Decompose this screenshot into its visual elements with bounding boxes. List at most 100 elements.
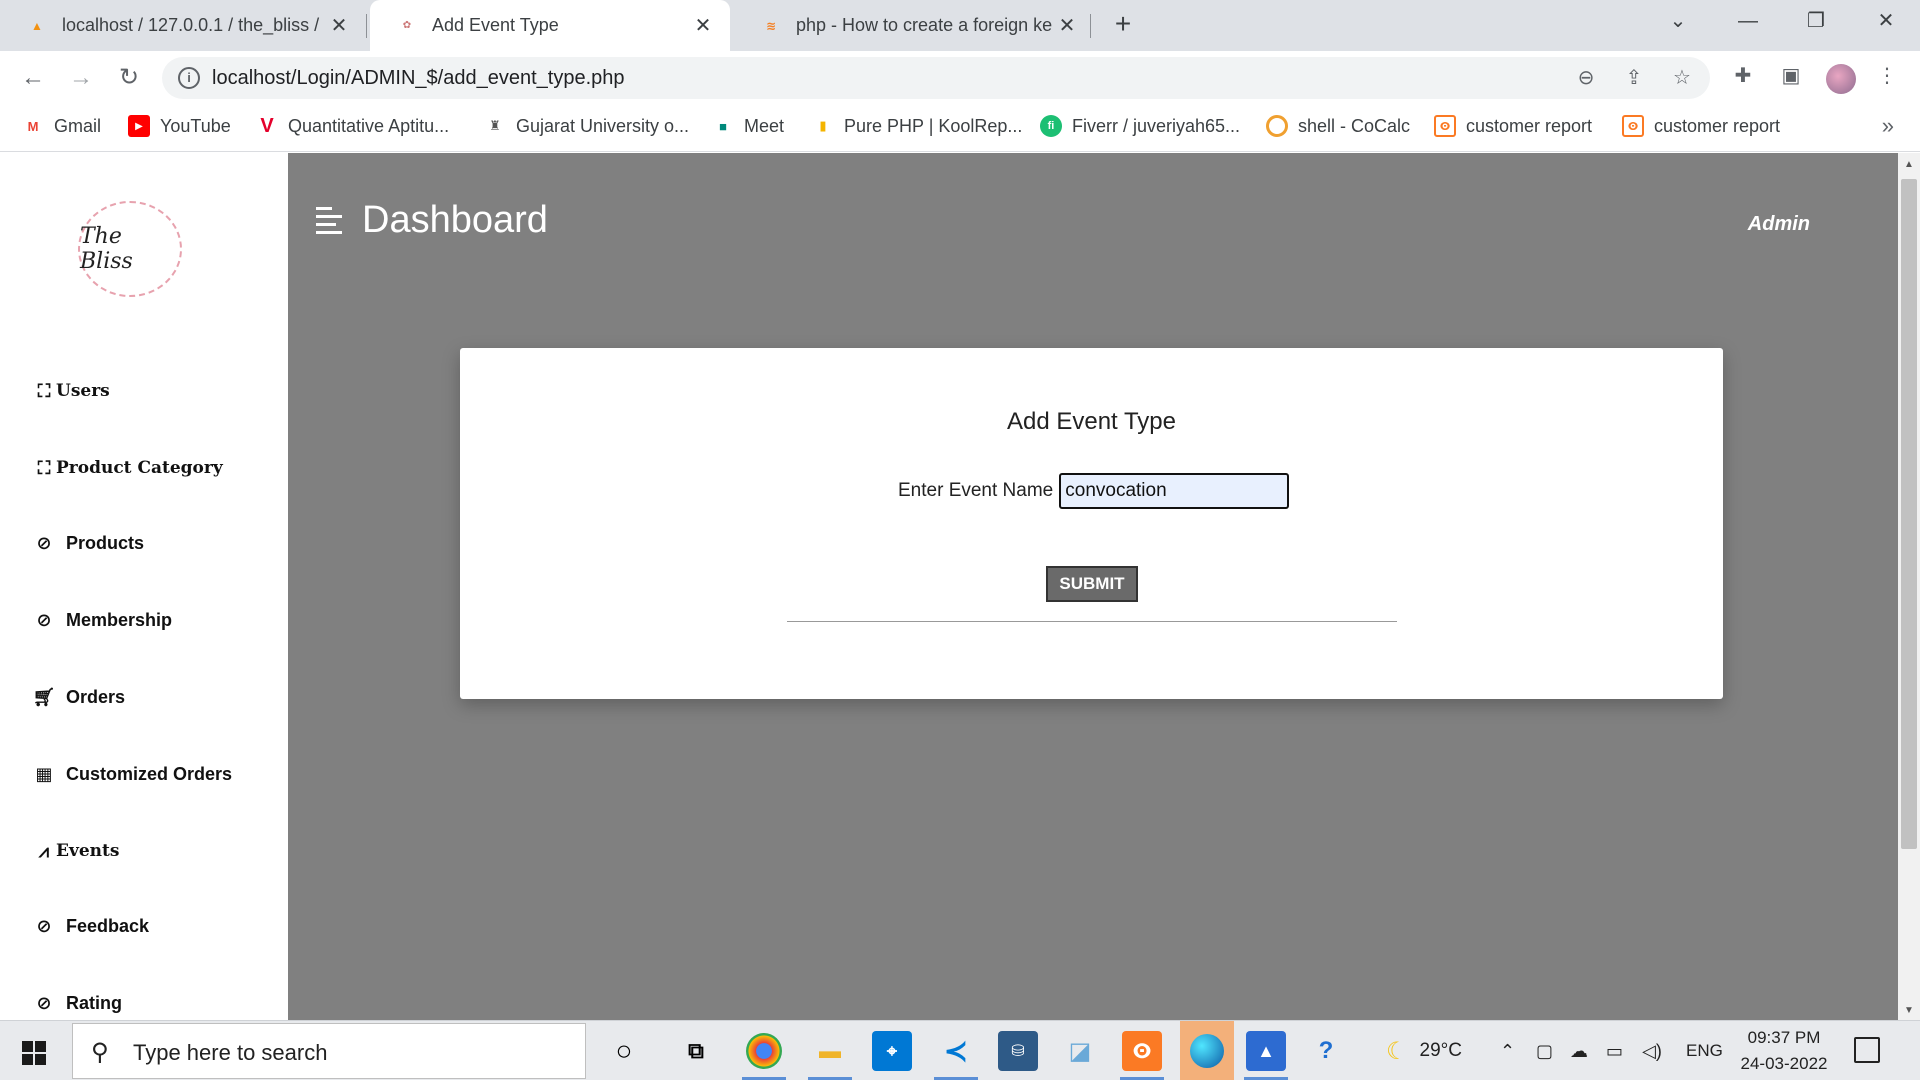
- bookmark-youtube[interactable]: ▶ YouTube: [128, 115, 231, 137]
- tab-phpmyadmin[interactable]: ▲ localhost / 127.0.0.1 / the_bliss / ✕: [0, 0, 366, 51]
- scroll-down-icon[interactable]: ▼: [1898, 1005, 1920, 1016]
- meet-icon: ■: [719, 118, 727, 134]
- kebab-menu-icon[interactable]: ⋮: [1872, 61, 1902, 91]
- bookmark-koolreport[interactable]: ▮ Pure PHP | KoolRep...: [812, 115, 1022, 137]
- minimize-button[interactable]: —: [1718, 0, 1778, 44]
- show-hidden-icons-chevron-icon[interactable]: ⌃: [1500, 1021, 1515, 1080]
- sidebar-item-users[interactable]: ⛶ Users: [34, 381, 110, 402]
- bookmark-star-icon[interactable]: ☆: [1668, 65, 1696, 93]
- event-name-input[interactable]: [1059, 473, 1290, 509]
- edge-icon-highlight[interactable]: [1180, 1021, 1234, 1080]
- bookmark-label: Fiverr / juveriyah65...: [1072, 115, 1241, 136]
- search-icon: ⚲: [91, 1039, 109, 1066]
- bookmark-label: Meet: [744, 115, 785, 136]
- tab-title: Add Event Type: [432, 15, 559, 35]
- bookmark-label: Pure PHP | KoolRep...: [844, 115, 1023, 136]
- notepad-icon[interactable]: ◪: [1060, 1031, 1100, 1071]
- admin-user-label[interactable]: Admin: [1748, 213, 1810, 236]
- bookmark-quantitative[interactable]: V Quantitative Aptitu...: [256, 115, 449, 137]
- file-explorer-icon[interactable]: ▬: [810, 1031, 850, 1071]
- restore-button[interactable]: ❐: [1786, 0, 1846, 44]
- cocalc-icon: [1266, 115, 1288, 137]
- onedrive-icon[interactable]: ☁: [1570, 1021, 1588, 1080]
- hamburger-menu-icon[interactable]: [316, 207, 342, 239]
- bookmarks-overflow-icon[interactable]: »: [1882, 113, 1894, 139]
- tab-title: php - How to create a foreign ke: [796, 15, 1053, 35]
- site-info-icon[interactable]: i: [178, 67, 200, 89]
- maps-app-icon[interactable]: ⌖: [872, 1031, 912, 1071]
- sidebar-item-label: Rating: [66, 993, 122, 1013]
- fiverr-icon: fi: [1040, 115, 1062, 137]
- vscode-icon[interactable]: ≺: [936, 1031, 976, 1071]
- scroll-up-icon[interactable]: ▲: [1898, 159, 1920, 170]
- close-window-button[interactable]: ✕: [1856, 0, 1916, 44]
- edge-icon: [1190, 1034, 1224, 1068]
- chrome-app-icon[interactable]: [746, 1033, 782, 1069]
- bookmark-gujarat-university[interactable]: ♜ Gujarat University o...: [484, 115, 689, 137]
- gift-icon: ▦: [35, 764, 53, 784]
- url-text[interactable]: localhost/Login/ADMIN_$/add_event_type.p…: [212, 67, 625, 90]
- sidebar-item-rating[interactable]: ⊘ Rating: [34, 993, 122, 1014]
- bookmark-customer-report-2[interactable]: ⵙ customer report: [1622, 115, 1780, 137]
- event-name-label: Enter Event Name: [898, 480, 1054, 501]
- zoom-icon[interactable]: ⊖: [1572, 65, 1600, 93]
- sidebar-item-label: Membership: [66, 610, 173, 630]
- page-scrollbar[interactable]: ▲ ▼: [1898, 153, 1920, 1020]
- sidebar-item-orders[interactable]: 🛒︎ Orders: [33, 687, 126, 708]
- xampp-icon[interactable]: ⵙ: [1122, 1031, 1162, 1071]
- share-icon[interactable]: ⇪: [1620, 65, 1648, 93]
- bookmark-meet[interactable]: ■ Meet: [712, 115, 784, 137]
- profile-avatar[interactable]: [1826, 64, 1856, 94]
- bookmark-customer-report-1[interactable]: ⵙ customer report: [1434, 115, 1592, 137]
- tab-separator: [366, 14, 367, 38]
- page-viewport: The Bliss ⛶ Users ⛶ Product Category ⊘ P…: [0, 153, 1920, 1020]
- scrollbar-thumb[interactable]: [1901, 179, 1917, 849]
- battery-icon[interactable]: ▭: [1606, 1021, 1623, 1080]
- sidebar-item-events[interactable]: ⩘ Events: [34, 841, 120, 862]
- back-button[interactable]: ←: [16, 61, 50, 95]
- clock-time: 09:37 PM: [1747, 1028, 1821, 1047]
- bookmark-fiverr[interactable]: fi Fiverr / juveriyah65...: [1040, 115, 1240, 137]
- extensions-puzzle-icon[interactable]: ✚: [1728, 61, 1758, 91]
- taskbar-search-box[interactable]: ⚲ Type here to search: [72, 1023, 586, 1079]
- submit-button[interactable]: SUBMIT: [1046, 566, 1138, 602]
- sidebar-item-products[interactable]: ⊘ Products: [34, 533, 144, 554]
- sidebar-item-feedback[interactable]: ⊘ Feedback: [34, 916, 149, 937]
- mysql-workbench-icon[interactable]: ⛁: [998, 1031, 1038, 1071]
- task-view-icon[interactable]: ⧉: [676, 1031, 716, 1071]
- tab-search-chevron-icon[interactable]: ⌄: [1648, 0, 1708, 44]
- volume-icon[interactable]: ◁): [1642, 1021, 1662, 1080]
- photos-icon[interactable]: ▲: [1246, 1031, 1286, 1071]
- stackoverflow-icon: ≋: [765, 18, 777, 33]
- language-indicator[interactable]: ENG: [1686, 1021, 1723, 1080]
- meet-now-icon[interactable]: ▢: [1536, 1021, 1553, 1080]
- the-bliss-logo[interactable]: The Bliss: [78, 201, 182, 297]
- new-tab-button[interactable]: +: [1106, 8, 1140, 42]
- tab-stackoverflow[interactable]: ≋ php - How to create a foreign ke ✕: [734, 0, 1094, 51]
- bookmark-label: Gmail: [54, 115, 102, 136]
- help-icon[interactable]: ?: [1306, 1031, 1346, 1071]
- sidebar-item-label: Orders: [66, 687, 126, 707]
- windows-start-icon[interactable]: [22, 1041, 46, 1065]
- system-clock[interactable]: 09:37 PM 24-03-2022: [1736, 1025, 1832, 1077]
- close-icon[interactable]: ✕: [1054, 13, 1080, 38]
- bookmark-gmail[interactable]: M Gmail: [22, 115, 101, 137]
- side-panel-icon[interactable]: ▣: [1776, 61, 1806, 91]
- forward-button[interactable]: →: [64, 61, 98, 95]
- paperclip-icon: ⊘: [36, 993, 52, 1013]
- close-icon[interactable]: ✕: [690, 13, 716, 38]
- sidebar-item-product-category[interactable]: ⛶ Product Category: [34, 458, 223, 479]
- bookmark-cocalc[interactable]: shell - CoCalc: [1266, 115, 1410, 137]
- sidebar-item-customized-orders[interactable]: ▦ Customized Orders: [34, 764, 232, 785]
- add-event-type-card: Add Event Type Enter Event Name SUBMIT: [460, 348, 1723, 699]
- sidebar-item-membership[interactable]: ⊘ Membership: [34, 610, 172, 631]
- tab-add-event-type[interactable]: ✿ Add Event Type ✕: [370, 0, 730, 51]
- notification-center-icon[interactable]: [1854, 1037, 1880, 1063]
- tab-title: localhost / 127.0.0.1 / the_bliss /: [62, 15, 320, 35]
- cortana-icon[interactable]: ○: [604, 1031, 644, 1071]
- weather-widget[interactable]: ☾ 29°C: [1386, 1021, 1462, 1080]
- address-bar[interactable]: i localhost/Login/ADMIN_$/add_event_type…: [162, 57, 1710, 99]
- xampp-icon: ⵙ: [1622, 115, 1644, 137]
- reload-button[interactable]: ↻: [112, 61, 146, 95]
- close-icon[interactable]: ✕: [326, 13, 352, 38]
